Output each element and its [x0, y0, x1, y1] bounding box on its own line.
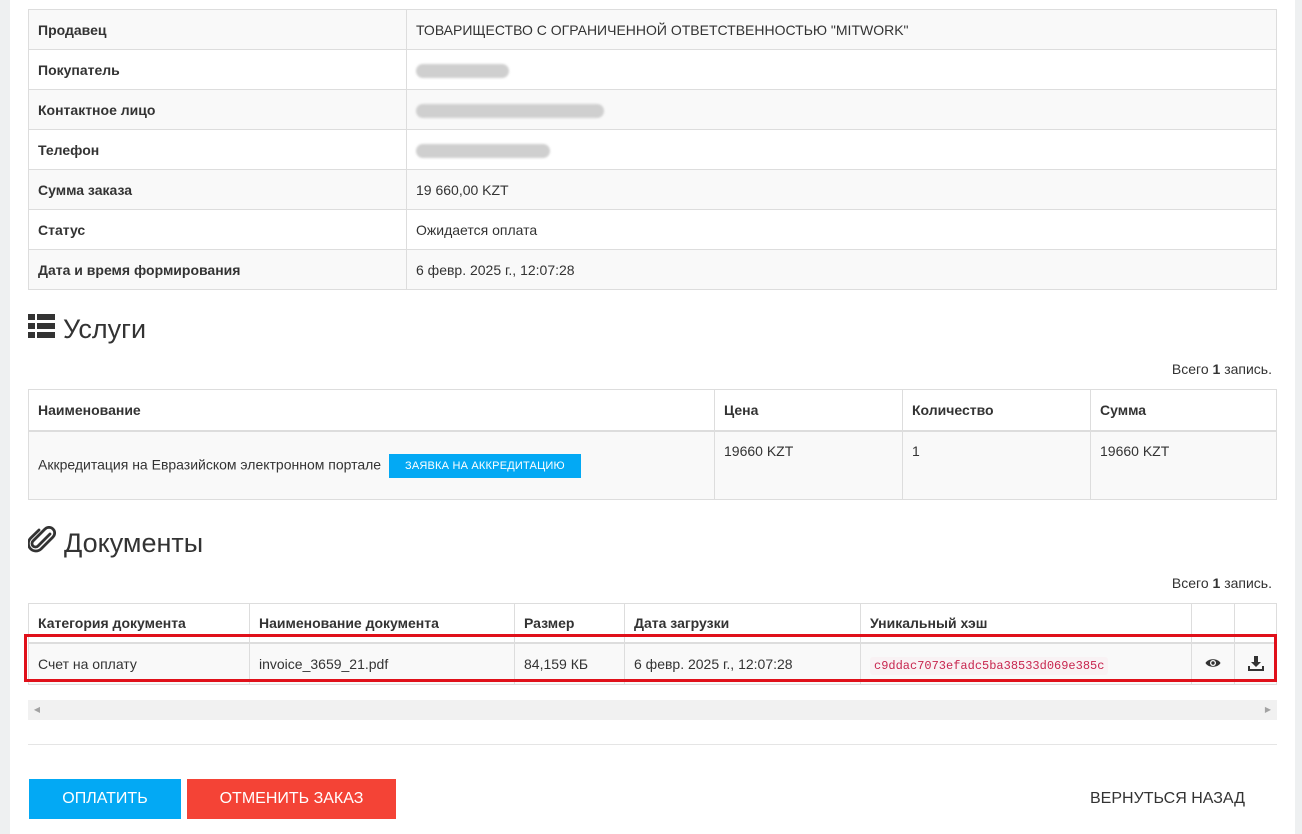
view-document-button[interactable]: [1191, 642, 1235, 685]
detail-value-redacted: [406, 89, 1277, 130]
detail-value-redacted: [406, 49, 1277, 90]
summary-prefix: Всего: [1171, 575, 1209, 591]
detail-label: Контактное лицо: [28, 89, 407, 130]
detail-row-seller: Продавец ТОВАРИЩЕСТВО С ОГРАНИЧЕННОЙ ОТВ…: [28, 9, 1277, 50]
service-name-cell: Аккредитация на Евразийском электронном …: [28, 430, 715, 500]
column-header-name: Наименование: [28, 389, 715, 432]
column-header-quantity: Количество: [902, 389, 1091, 432]
services-heading: Услуги: [28, 309, 1277, 349]
column-header-size: Размер: [514, 603, 625, 644]
detail-row-contact: Контактное лицо: [28, 89, 1277, 130]
document-category: Счет на оплату: [28, 642, 250, 685]
document-size: 84,159 КБ: [514, 642, 625, 685]
divider: [28, 744, 1277, 745]
detail-row-phone: Телефон: [28, 129, 1277, 170]
service-name: Аккредитация на Евразийском электронном …: [38, 456, 382, 473]
list-icon: [28, 313, 63, 345]
document-hash: c9ddac7073efadc5ba38533d069e385c: [870, 656, 1109, 675]
column-header-view: [1191, 603, 1235, 644]
download-icon[interactable]: [1247, 655, 1264, 674]
services-header-row: Наименование Цена Количество Сумма: [28, 389, 1277, 432]
summary-count: 1: [1212, 575, 1221, 591]
document-name: invoice_3659_21.pdf: [249, 642, 515, 685]
redacted-text: [416, 143, 550, 158]
detail-value: Ожидается оплата: [406, 209, 1277, 250]
page: Продавец ТОВАРИЩЕСТВО С ОГРАНИЧЕННОЙ ОТВ…: [10, 0, 1295, 834]
summary-prefix: Всего: [1171, 361, 1209, 377]
detail-label: Сумма заказа: [28, 169, 407, 210]
go-back-button[interactable]: ВЕРНУТЬСЯ НАЗАД: [1090, 779, 1245, 819]
document-upload-date: 6 февр. 2025 г., 12:07:28: [624, 642, 861, 685]
service-price: 19660 KZT: [714, 430, 903, 500]
documents-title: Документы: [64, 527, 204, 558]
column-header-total: Сумма: [1090, 389, 1277, 432]
services-summary: Всего 1 запись.: [28, 361, 1277, 381]
column-header-price: Цена: [714, 389, 903, 432]
order-content: Продавец ТОВАРИЩЕСТВО С ОГРАНИЧЕННОЙ ОТВ…: [27, 9, 1277, 685]
detail-value: ТОВАРИЩЕСТВО С ОГРАНИЧЕННОЙ ОТВЕТСТВЕННО…: [406, 9, 1277, 50]
detail-row-buyer: Покупатель: [28, 49, 1277, 90]
service-total: 19660 KZT: [1090, 430, 1277, 500]
detail-row-amount: Сумма заказа 19 660,00 KZT: [28, 169, 1277, 210]
detail-value: 6 февр. 2025 г., 12:07:28: [406, 249, 1277, 290]
horizontal-scrollbar[interactable]: ◀ ▶: [28, 700, 1277, 720]
summary-count: 1: [1212, 361, 1221, 377]
eye-icon[interactable]: [1205, 656, 1221, 672]
detail-label: Покупатель: [28, 49, 407, 90]
detail-row-status: Статус Ожидается оплата: [28, 209, 1277, 250]
documents-header-row: Категория документа Наименование докумен…: [28, 603, 1277, 644]
accreditation-request-button[interactable]: ЗАЯВКА НА АККРЕДИТАЦИЮ: [389, 453, 581, 478]
services-table: Наименование Цена Количество Сумма Аккре…: [28, 389, 1277, 500]
column-header-upload-date: Дата загрузки: [624, 603, 861, 644]
column-header-hash: Уникальный хэш: [860, 603, 1192, 644]
detail-value-redacted: [406, 129, 1277, 170]
detail-value: 19 660,00 KZT: [406, 169, 1277, 210]
detail-label: Статус: [28, 209, 407, 250]
document-hash-cell: c9ddac7073efadc5ba38533d069e385c: [860, 642, 1192, 685]
documents-summary: Всего 1 запись.: [28, 575, 1277, 595]
paperclip-icon: [27, 525, 64, 561]
summary-suffix: запись.: [1224, 575, 1272, 591]
column-header-category: Категория документа: [28, 603, 250, 644]
documents-heading: Документы: [27, 523, 1277, 563]
detail-label: Продавец: [28, 9, 407, 50]
detail-label: Телефон: [28, 129, 407, 170]
table-row: Счет на оплату invoice_3659_21.pdf 84,15…: [28, 642, 1277, 685]
scroll-right-icon[interactable]: ▶: [1261, 700, 1275, 720]
services-title: Услуги: [63, 313, 147, 344]
pay-button[interactable]: ОПЛАТИТЬ: [29, 779, 181, 819]
summary-suffix: запись.: [1224, 361, 1272, 377]
scroll-left-icon[interactable]: ◀: [30, 700, 44, 720]
order-details-table: Продавец ТОВАРИЩЕСТВО С ОГРАНИЧЕННОЙ ОТВ…: [28, 9, 1277, 290]
column-header-doc-name: Наименование документа: [249, 603, 515, 644]
service-quantity: 1: [902, 430, 1091, 500]
redacted-text: [416, 103, 604, 118]
cancel-order-button[interactable]: ОТМЕНИТЬ ЗАКАЗ: [187, 779, 396, 819]
column-header-download: [1234, 603, 1277, 644]
detail-label: Дата и время формирования: [28, 249, 407, 290]
download-document-button[interactable]: [1234, 642, 1277, 685]
table-row: Аккредитация на Евразийском электронном …: [28, 430, 1277, 500]
redacted-text: [416, 63, 509, 78]
detail-row-created: Дата и время формирования 6 февр. 2025 г…: [28, 249, 1277, 290]
documents-table: Категория документа Наименование докумен…: [28, 603, 1277, 685]
